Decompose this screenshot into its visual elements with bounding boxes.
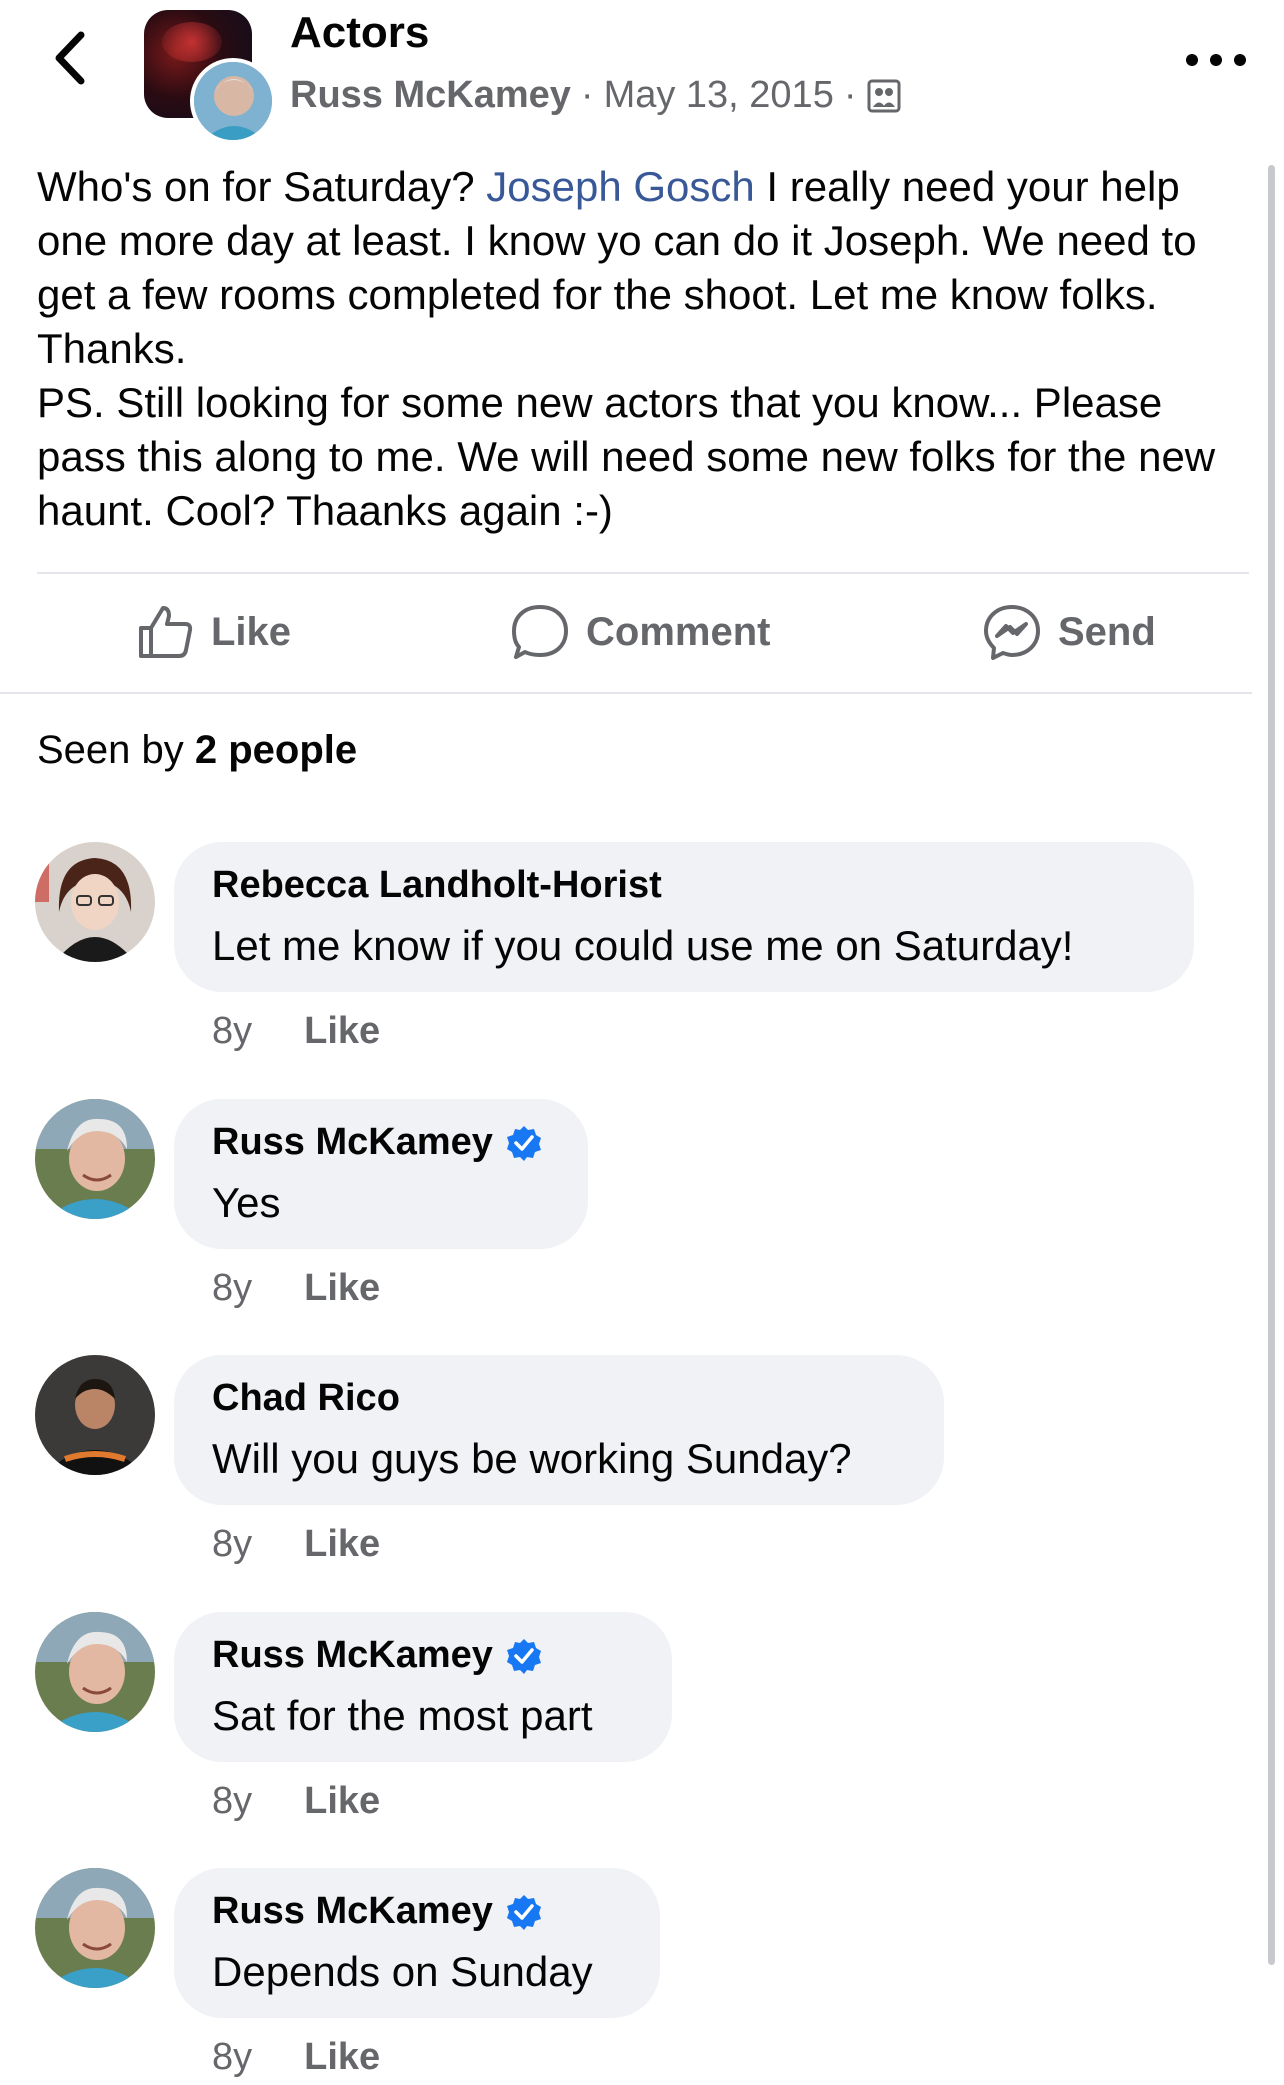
- post-body: Who's on for Saturday? Joseph Gosch I re…: [37, 160, 1257, 538]
- comment-time[interactable]: 8y: [212, 1780, 252, 1823]
- comment-author[interactable]: Rebecca Landholt-Horist: [212, 864, 662, 907]
- comment-bubble: Rebecca Landholt-Horist Let me know if y…: [174, 842, 1194, 992]
- comment-bubble: Chad Rico Will you guys be working Sunda…: [174, 1355, 944, 1505]
- send-label: Send: [1058, 609, 1156, 654]
- comment-meta: 8y Like: [212, 1780, 380, 1823]
- avatar[interactable]: [35, 1355, 155, 1475]
- meta-separator-2: ·: [843, 74, 857, 116]
- group-audience-icon: [867, 79, 901, 112]
- post-paragraph-2: PS. Still looking for some new actors th…: [37, 379, 1216, 534]
- comment-text: Sat for the most part: [212, 1692, 593, 1739]
- comment-author-name: Russ McKamey: [212, 1634, 493, 1676]
- comment-meta: 8y Like: [212, 2036, 380, 2079]
- seen-by[interactable]: Seen by 2 people: [37, 728, 357, 773]
- comment-author-name: Rebecca Landholt-Horist: [212, 864, 662, 906]
- avatar[interactable]: [35, 1868, 155, 1988]
- comment-label: Comment: [586, 609, 771, 654]
- comment-author[interactable]: Russ McKamey: [212, 1890, 543, 1933]
- comment-like-button[interactable]: Like: [304, 2036, 380, 2079]
- comment-author-name: Russ McKamey: [212, 1890, 493, 1932]
- like-label: Like: [211, 609, 292, 654]
- dot-icon: [1210, 54, 1222, 66]
- comment-time[interactable]: 8y: [212, 2036, 252, 2079]
- comment-time[interactable]: 8y: [212, 1010, 252, 1053]
- send-button[interactable]: Send: [982, 592, 1156, 672]
- comment-meta: 8y Like: [212, 1010, 380, 1053]
- comment-author-name: Russ McKamey: [212, 1121, 493, 1163]
- messenger-icon: [984, 605, 1040, 660]
- comment-meta: 8y Like: [212, 1267, 380, 1310]
- comment-author-name: Chad Rico: [212, 1377, 400, 1419]
- comment-author[interactable]: Russ McKamey: [212, 1121, 543, 1164]
- thumbs-up-icon: [139, 606, 193, 658]
- scrollbar[interactable]: [1268, 165, 1275, 1965]
- comment-time[interactable]: 8y: [212, 1267, 252, 1310]
- comment-text: Will you guys be working Sunday?: [212, 1435, 852, 1482]
- avatar[interactable]: [35, 1612, 155, 1732]
- comment-author[interactable]: Chad Rico: [212, 1377, 400, 1420]
- action-bar: Like Comment Send: [0, 592, 1260, 672]
- comment-like-button[interactable]: Like: [304, 1523, 380, 1566]
- verified-badge-icon: [506, 1638, 541, 1674]
- comment-meta: 8y Like: [212, 1523, 380, 1566]
- comment-like-button[interactable]: Like: [304, 1780, 380, 1823]
- avatar[interactable]: [35, 842, 155, 962]
- post-text: Who's on for Saturday?: [37, 163, 487, 210]
- comment-time[interactable]: 8y: [212, 1523, 252, 1566]
- verified-badge-icon: [506, 1894, 541, 1930]
- like-button[interactable]: Like: [135, 592, 291, 672]
- dot-icon: [1234, 54, 1246, 66]
- post-date[interactable]: May 13, 2015: [604, 74, 834, 117]
- comment-text: Let me know if you could use me on Satur…: [212, 922, 1074, 969]
- comment-bubble: Russ McKamey Sat for the most part: [174, 1612, 672, 1762]
- comment-bubble: Russ McKamey Yes: [174, 1099, 588, 1249]
- post-meta: Russ McKamey · May 13, 2015 ·: [290, 74, 902, 117]
- seen-prefix: Seen by: [37, 728, 195, 772]
- avatar[interactable]: [35, 1099, 155, 1219]
- comment-author[interactable]: Russ McKamey: [212, 1634, 543, 1677]
- dot-icon: [1186, 54, 1198, 66]
- divider: [0, 692, 1252, 694]
- back-button[interactable]: [46, 26, 94, 90]
- verified-badge-icon: [506, 1125, 541, 1161]
- comment-like-button[interactable]: Like: [304, 1267, 380, 1310]
- more-options-button[interactable]: [1186, 40, 1246, 80]
- post-paragraph-1: Who's on for Saturday? Joseph Gosch I re…: [37, 160, 1257, 376]
- post-author[interactable]: Russ McKamey: [290, 74, 571, 117]
- comment-bubble: Russ McKamey Depends on Sunday: [174, 1868, 660, 2018]
- seen-count: 2 people: [194, 728, 358, 772]
- mention-link[interactable]: Joseph Gosch: [486, 163, 755, 210]
- meta-separator: ·: [580, 74, 594, 116]
- comment-button[interactable]: Comment: [510, 592, 770, 672]
- group-title[interactable]: Actors: [290, 8, 429, 58]
- author-avatar[interactable]: [190, 58, 276, 144]
- comment-like-button[interactable]: Like: [304, 1010, 380, 1053]
- comment-icon: [512, 605, 568, 659]
- post-screen: Actors Russ McKamey · May 13, 2015 · Who…: [0, 0, 1284, 2085]
- divider: [37, 572, 1249, 574]
- comment-text: Depends on Sunday: [212, 1948, 593, 1995]
- comment-text: Yes: [212, 1179, 281, 1226]
- chevron-left-icon: [55, 31, 85, 85]
